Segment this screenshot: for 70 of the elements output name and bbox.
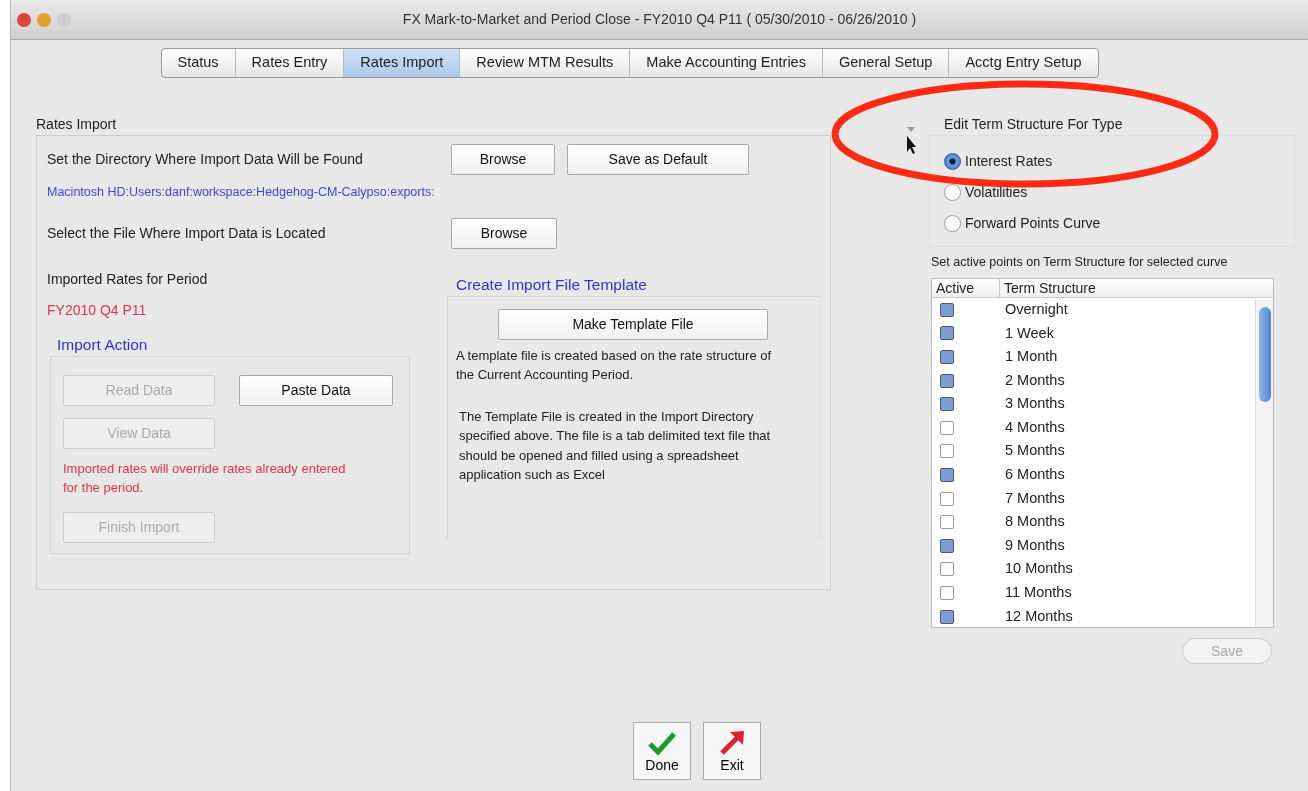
browse-button[interactable]: Browse	[451, 217, 557, 249]
table-cell-text: 10 Months	[1004, 559, 1073, 579]
instruction-text: Set active points on Term Structure for selected curve	[931, 253, 1229, 270]
table-cell-text: 12 Months	[1004, 606, 1073, 626]
checkbox[interactable]	[940, 585, 954, 600]
radio-label: Volatilities	[965, 182, 1028, 202]
tab[interactable]: General Setup	[822, 49, 950, 77]
checkmark-icon	[647, 731, 677, 755]
checkbox[interactable]	[940, 420, 954, 435]
table-cell-text: Overnight	[1004, 299, 1068, 319]
radio-label: Interest Rates	[965, 151, 1053, 171]
tab[interactable]: Status	[161, 49, 236, 77]
checkbox[interactable]	[940, 350, 954, 364]
table-cell-text: 7 Months	[1004, 488, 1065, 508]
table-cell-text: 11 Months	[1004, 583, 1072, 603]
done-button[interactable]: Done	[633, 722, 691, 780]
scrollbar-thumb[interactable]	[1259, 307, 1271, 402]
section-title: Import Action	[57, 334, 148, 355]
checkbox[interactable]	[940, 609, 954, 624]
radio-label: Forward Points Curve	[965, 213, 1101, 233]
checkbox[interactable]	[940, 444, 954, 459]
checkbox[interactable]	[940, 562, 954, 577]
checkbox[interactable]	[940, 538, 954, 553]
arrow-icon	[718, 729, 746, 755]
column-header: Active	[932, 279, 1000, 297]
window-title: FX Mark-to-Market and Period Close - FY2010 Q4 P11 ( 05/30/2010 - 06/26/2010 )	[401, 10, 918, 29]
table-cell-text: 4 Months	[1004, 417, 1065, 437]
checkbox[interactable]	[940, 467, 954, 482]
tab[interactable]: Rates Import	[344, 49, 461, 77]
table-cell-text: 9 Months	[1004, 535, 1065, 555]
browse-button[interactable]: Browse	[451, 143, 555, 175]
table-cell-text: 3 Months	[1004, 394, 1065, 414]
period-value: FY2010 Q4 P11	[47, 300, 148, 320]
tab[interactable]: Review MTM Results	[460, 49, 631, 77]
exit-button[interactable]: Exit	[703, 722, 761, 780]
tab[interactable]: Acctg Entry Setup	[949, 49, 1098, 77]
save-default-button[interactable]: Save as Default	[567, 143, 749, 175]
checkbox[interactable]	[940, 302, 954, 317]
cursor-icon	[905, 126, 917, 156]
field-label: Imported Rates for Period	[47, 269, 209, 289]
section-title: Edit Term Structure For Type	[944, 114, 1123, 134]
radio-button[interactable]	[944, 214, 961, 232]
field-label: Set the Directory Where Import Data Will be Found	[47, 149, 364, 169]
info-text: A template file is created based on the rate structure of the Current Accounting Period.	[456, 346, 773, 385]
checkbox[interactable]	[940, 491, 954, 506]
checkbox[interactable]	[940, 326, 954, 341]
checkbox[interactable]	[940, 397, 954, 412]
table-cell-text: 5 Months	[1004, 441, 1065, 461]
section-title: Rates Import	[36, 114, 118, 134]
tab[interactable]: Make Accounting Entries	[630, 49, 823, 77]
table-cell-text: 2 Months	[1004, 370, 1065, 390]
table-cell-text: 1 Month	[1004, 347, 1058, 367]
checkbox[interactable]	[940, 373, 954, 388]
window-control-button[interactable]	[17, 12, 31, 27]
table-cell-text: 8 Months	[1004, 512, 1065, 532]
radio-button[interactable]	[944, 152, 961, 170]
checkbox[interactable]	[940, 515, 954, 530]
info-text: The Template File is created in the Import Directory specified above. The file is a tab delimited text file that should be opened and filled using a spreadsheet application such as Excel	[459, 407, 772, 485]
table-cell-text: 6 Months	[1004, 465, 1065, 485]
window-control-button[interactable]	[37, 12, 51, 27]
make-template-button[interactable]: Make Template File	[498, 308, 768, 340]
directory-path: Macintosh HD:Users:danf:workspace:Hedgehog-CM-Calypso:exports:	[47, 183, 436, 201]
section-title: Create Import File Template	[456, 274, 647, 295]
paste-data-button[interactable]: Paste Data	[239, 374, 393, 406]
warning-text: Imported rates will override rates already entered for the period.	[63, 459, 347, 498]
scrollbar[interactable]	[1255, 299, 1273, 627]
field-label: Select the File Where Import Data is Located	[47, 223, 327, 243]
table-cell-text: 1 Week	[1004, 323, 1054, 343]
column-header: Term Structure	[1003, 279, 1096, 297]
radio-button[interactable]	[944, 183, 961, 201]
